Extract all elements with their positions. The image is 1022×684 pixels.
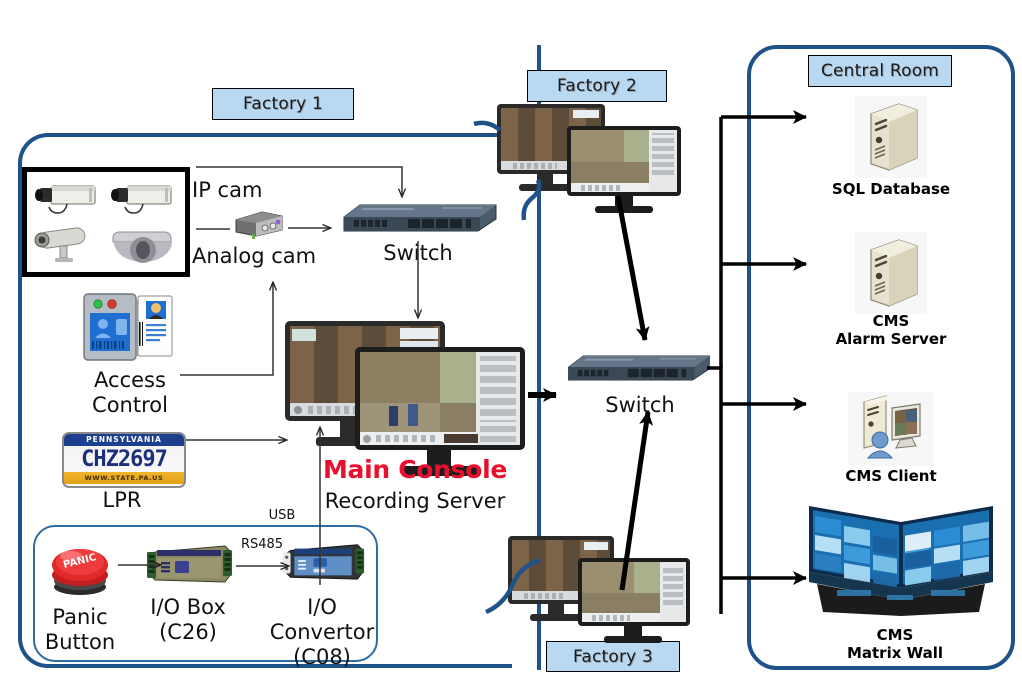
lpr-label: LPR xyxy=(102,488,142,512)
sql-database-server-icon xyxy=(855,96,927,178)
zone-chip-central-room-label: Central Room xyxy=(820,61,940,81)
ptz-dome-camera-icon xyxy=(112,231,172,263)
zone-chip-factory1-label: Factory 1 xyxy=(242,94,324,114)
camera-icons-group xyxy=(34,185,172,263)
access-control-icon xyxy=(83,293,173,361)
main-console-subtitle: Recording Server xyxy=(324,489,506,513)
console-monitor-secondary xyxy=(355,347,525,450)
license-plate-state: PENNSYLVANIA xyxy=(64,434,184,446)
cms-matrix-wall-icon xyxy=(809,506,993,616)
panic-button-label: Panic Button xyxy=(44,605,116,654)
cms-client-icon xyxy=(848,392,934,466)
factory1-switch-icon xyxy=(343,204,497,232)
io-convertor-icon xyxy=(282,544,365,580)
factory1-switch-label: Switch xyxy=(383,241,453,265)
box-camera-1-icon xyxy=(35,185,96,214)
video-encoder-icon xyxy=(235,211,283,239)
ip-cam-link-label: IP cam xyxy=(192,178,263,202)
box-camera-2-icon xyxy=(111,185,172,214)
zone-chip-factory2-label: Factory 2 xyxy=(556,76,638,96)
io-convertor-label: I/O Convertor (C08) xyxy=(269,595,375,669)
middle-switch-icon xyxy=(568,355,710,381)
rs485-link-label: RS485 xyxy=(240,537,284,552)
io-box-label: I/O Box (C26) xyxy=(150,595,226,644)
network-diagram-canvas: Factory 1 Factory 2 Factory 3 Central Ro… xyxy=(0,0,1022,684)
license-plate-number: CHZ2697 xyxy=(81,447,168,472)
cms-alarm-server-icon xyxy=(855,232,927,314)
main-console-title: Main Console xyxy=(322,455,508,484)
analog-cam-link-label: Analog cam xyxy=(192,244,317,268)
cms-matrix-wall-label: CMS Matrix Wall xyxy=(846,626,944,662)
factory3-monitor-secondary xyxy=(578,558,690,626)
factory2-monitor-secondary xyxy=(567,126,681,196)
bullet-camera-icon xyxy=(34,227,86,262)
io-box-icon xyxy=(147,545,232,583)
license-plate-url: WWW.STATE.PA.US xyxy=(64,472,184,484)
cms-client-label: CMS Client xyxy=(845,467,937,485)
zone-chip-factory1[interactable]: Factory 1 xyxy=(212,88,354,120)
zone-chip-factory3[interactable]: Factory 3 xyxy=(546,641,680,672)
access-control-label: Access Control xyxy=(92,368,168,417)
zone-chip-central-room[interactable]: Central Room xyxy=(808,55,952,87)
cms-alarm-server-label: CMS Alarm Server xyxy=(835,312,947,348)
camera-group-panel xyxy=(22,167,190,277)
lpr-license-plate: PENNSYLVANIA CHZ2697 WWW.STATE.PA.US xyxy=(62,432,186,488)
panic-button-icon[interactable]: PANIC xyxy=(40,537,120,597)
zone-chip-factory3-label: Factory 3 xyxy=(572,646,654,667)
zone-chip-factory2[interactable]: Factory 2 xyxy=(527,70,667,102)
sql-database-label: SQL Database xyxy=(831,180,951,198)
usb-link-label: USB xyxy=(268,508,296,523)
middle-switch-label: Switch xyxy=(605,393,675,417)
